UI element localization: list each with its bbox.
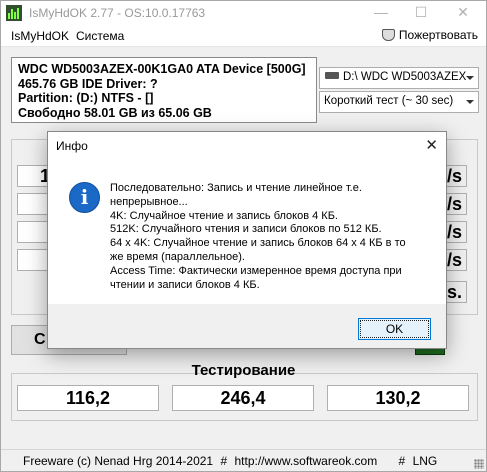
info-icon: i xyxy=(69,182,100,213)
menu-bar: IsMyHdOK Система Пожертвовать xyxy=(1,25,486,47)
drive-select-value: D:\ WDC WD5003AZEX xyxy=(343,71,467,83)
title-bar[interactable]: IsMyHdOK 2.77 - OS:10.0.17763 — ☐ ✕ xyxy=(1,1,486,25)
donate-cup-icon xyxy=(381,29,395,41)
drive-free-space: Свободно 58.01 GB из 65.06 GB xyxy=(18,105,212,120)
dialog-message: Последовательно: Запись и чтение линейно… xyxy=(110,182,420,292)
chevron-down-icon xyxy=(466,76,474,80)
app-window: IsMyHdOK 2.77 - OS:10.0.17763 — ☐ ✕ IsMy… xyxy=(0,0,487,472)
dialog-line: 512K: Случайного чтения и записи блоков … xyxy=(110,223,382,236)
dialog-line: 64 x 4K: Случайное чтение и запись блоко… xyxy=(110,237,406,250)
drive-info-panel: WDC WD5003AZEX-00K1GA0 ATA Device [500G]… xyxy=(11,57,317,123)
menu-ismyhdok[interactable]: IsMyHdOK xyxy=(11,29,69,43)
website-link[interactable]: http://www.softwareok.com xyxy=(234,454,377,468)
hard-drive-icon xyxy=(325,72,339,79)
result-sequential: 116,2 xyxy=(17,385,159,411)
dialog-line: 4K: Случайное чтение и запись блоков 4 К… xyxy=(110,209,338,222)
dialog-footer: OK xyxy=(48,304,446,348)
language-link[interactable]: LNG xyxy=(413,454,438,468)
status-hash-2: # xyxy=(398,454,406,468)
donate-button[interactable]: Пожертвовать xyxy=(381,28,478,42)
drive-size: 465.76 GB IDE Driver: ? xyxy=(18,76,158,91)
drive-partition: Partition: (D:) NTFS - [] xyxy=(18,91,154,105)
chevron-down-icon xyxy=(466,100,474,104)
dialog-close-button[interactable]: ✕ xyxy=(425,136,438,154)
test-duration-value: Короткий тест (~ 30 sec) xyxy=(324,95,454,107)
dialog-line: Access Time: Фактически измеренное время… xyxy=(110,264,402,277)
result-512k: 130,2 xyxy=(327,385,469,411)
dialog-body: i Последовательно: Запись и чтение линей… xyxy=(48,160,446,304)
test-duration-select[interactable]: Короткий тест (~ 30 sec) xyxy=(319,91,479,113)
app-equalizer-icon xyxy=(6,5,22,21)
result-4k: 246,4 xyxy=(172,385,314,411)
dialog-line: же время (параллельное). xyxy=(110,250,245,263)
testing-title: Тестирование xyxy=(191,362,296,379)
dialog-line: чтении и записи блоков 4 КБ. xyxy=(110,278,260,291)
menu-system[interactable]: Система xyxy=(76,29,124,43)
freeware-text: Freeware (c) Nenad Hrg 2014-2021 xyxy=(23,454,214,468)
dialog-title: Инфо xyxy=(56,139,88,153)
ok-button[interactable]: OK xyxy=(358,318,431,340)
maximize-button[interactable]: ☐ xyxy=(401,1,441,25)
status-hash-1: # xyxy=(220,454,228,468)
resize-grip[interactable] xyxy=(474,459,484,469)
dialog-title-bar[interactable]: Инфо ✕ xyxy=(48,132,446,160)
dialog-line: непрерывное... xyxy=(110,195,188,208)
dialog-line: Последовательно: Запись и чтение линейно… xyxy=(110,182,362,194)
drive-select[interactable]: D:\ WDC WD5003AZEX xyxy=(319,67,479,89)
drive-model: WDC WD5003AZEX-00K1GA0 ATA Device [500G] xyxy=(18,62,306,76)
info-dialog: Инфо ✕ i Последовательно: Запись и чтени… xyxy=(47,131,447,349)
minimize-button[interactable]: — xyxy=(361,1,401,25)
window-title: IsMyHdOK 2.77 - OS:10.0.17763 xyxy=(29,6,206,20)
donate-label: Пожертвовать xyxy=(398,28,478,42)
close-button[interactable]: ✕ xyxy=(443,1,483,25)
status-bar: Freeware (c) Nenad Hrg 2014-2021 # http:… xyxy=(1,449,486,471)
